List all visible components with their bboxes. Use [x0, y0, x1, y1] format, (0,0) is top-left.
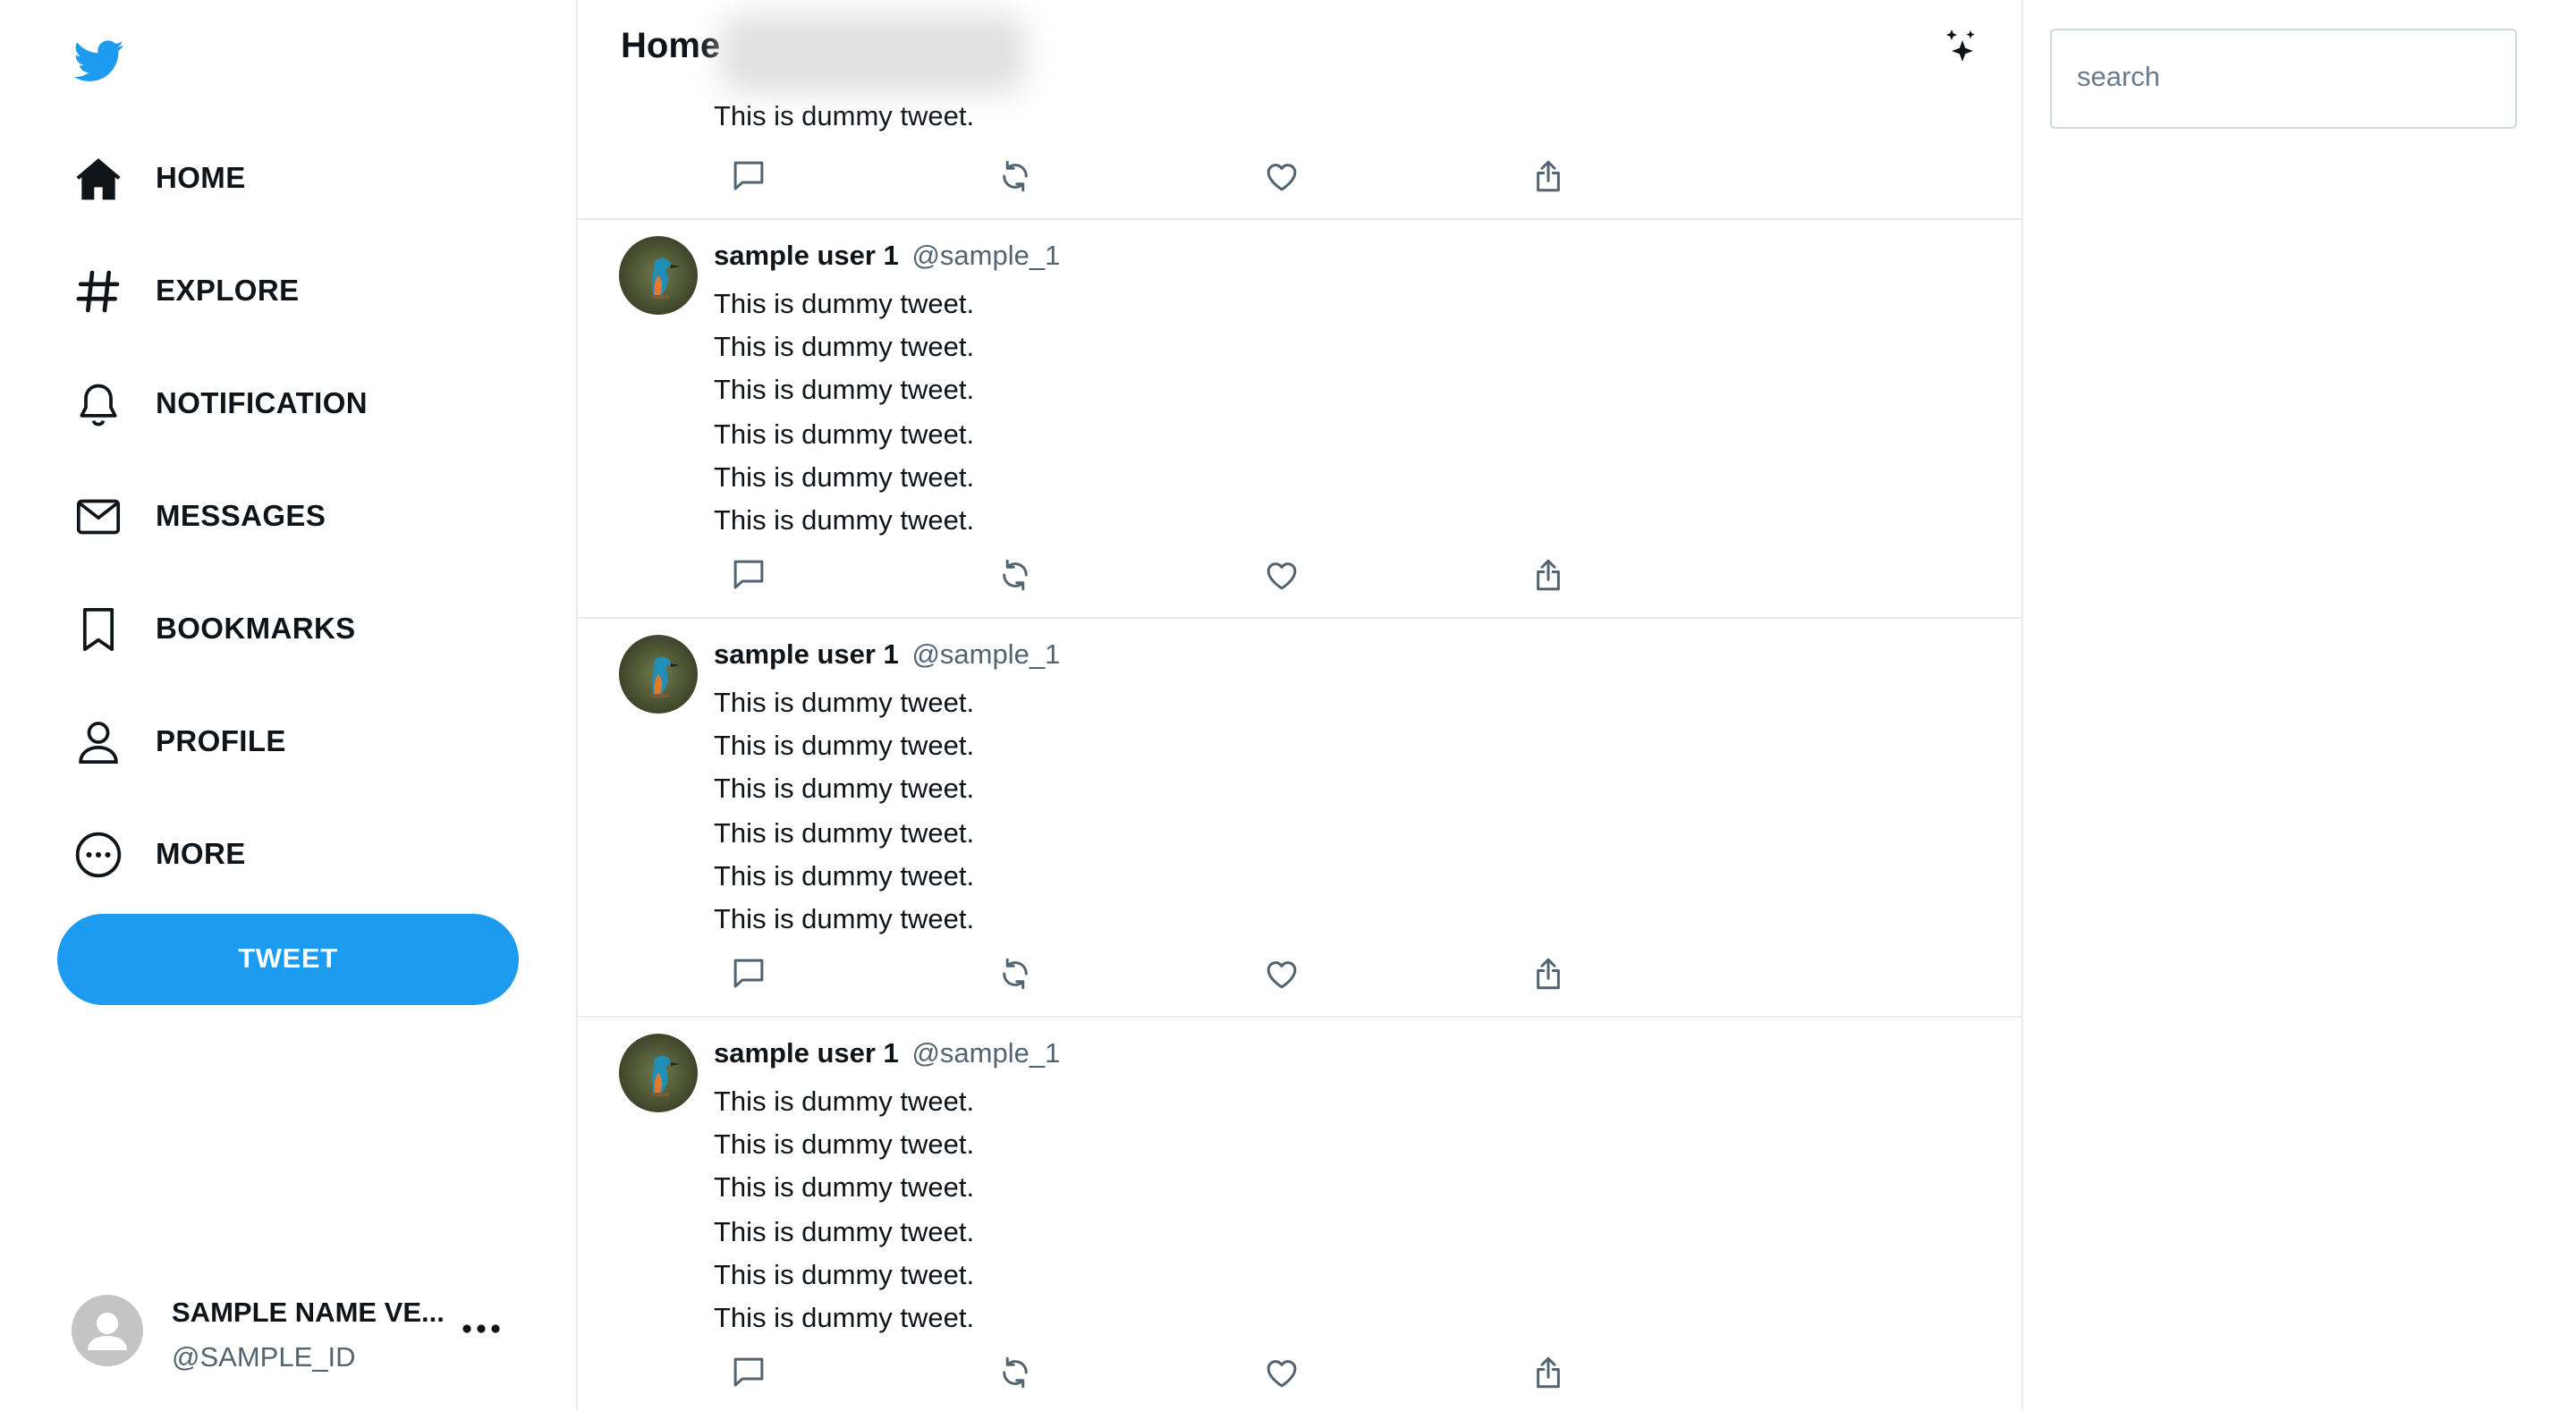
tweet-author-handle: @sample_1 — [911, 640, 1061, 671]
nav-item-messages[interactable]: MESSAGES — [72, 481, 326, 553]
tweet-author-handle: @sample_1 — [911, 1039, 1061, 1069]
share-icon[interactable] — [1526, 154, 1569, 197]
retweet-icon[interactable] — [993, 1350, 1036, 1393]
share-icon[interactable] — [1526, 1350, 1569, 1393]
reply-icon[interactable] — [726, 1350, 769, 1393]
like-icon[interactable] — [1259, 1350, 1302, 1393]
tweet-line: This is dummy tweet. — [714, 462, 975, 494]
share-icon[interactable] — [1526, 553, 1569, 596]
reply-icon[interactable] — [726, 553, 769, 596]
nav-label-home: HOME — [156, 162, 246, 194]
person-icon — [72, 715, 125, 769]
tweet-line: This is dummy tweet. — [714, 818, 975, 849]
tweet-line: This is dummy tweet. — [714, 774, 975, 806]
tweet-actions — [726, 154, 1567, 197]
tweet-line: This is dummy tweet. — [714, 1173, 975, 1204]
avatar[interactable] — [619, 635, 698, 714]
account-name: SAMPLE NAME VE... — [172, 1298, 445, 1329]
avatar[interactable] — [619, 236, 698, 315]
blurred-region — [721, 14, 1025, 93]
tweet-line: This is dummy tweet. — [714, 1217, 975, 1248]
twitter-bird-icon[interactable] — [70, 36, 129, 86]
nav-item-explore[interactable]: EXPLORE — [72, 256, 300, 327]
tweet-card[interactable]: sample user 1 @sample_1 This is dummy tw… — [578, 619, 2021, 1018]
tweet-header: sample user 1 @sample_1 — [714, 640, 1060, 672]
tweet-line: This is dummy tweet. — [714, 1087, 975, 1118]
tweet-actions — [726, 1350, 1567, 1393]
tweet-line: This is dummy tweet. — [714, 731, 975, 763]
nav-label-more: MORE — [156, 838, 246, 870]
sparkle-icon[interactable] — [1939, 25, 1982, 68]
nav-item-profile[interactable]: PROFILE — [72, 706, 286, 778]
account-switcher[interactable]: SAMPLE NAME VE... @SAMPLE_ID — [72, 1273, 537, 1373]
nav-item-bookmarks[interactable]: BOOKMARKS — [72, 594, 356, 665]
tweet-button[interactable]: TWEET — [57, 914, 519, 1005]
tweet-line: This is dummy tweet. — [714, 1130, 975, 1162]
nav-label-notification: NOTIFICATION — [156, 387, 368, 419]
tweet-line: This is dummy tweet. — [714, 419, 975, 451]
avatar[interactable] — [619, 1034, 698, 1112]
tweet-text: This is dummy tweet. — [714, 97, 974, 139]
bell-icon — [72, 377, 125, 431]
tweet-author-handle: @sample_1 — [911, 241, 1061, 272]
bookmark-icon — [72, 603, 125, 656]
reply-icon[interactable] — [726, 951, 769, 994]
nav-label-bookmarks: BOOKMARKS — [156, 613, 356, 645]
timeline: Home This is dummy tweet. sample user 1 … — [576, 0, 2023, 1411]
share-icon[interactable] — [1526, 951, 1569, 994]
retweet-icon[interactable] — [993, 951, 1036, 994]
tweet-author-name[interactable]: sample user 1 — [714, 640, 899, 671]
reply-icon[interactable] — [726, 154, 769, 197]
tweet-actions — [726, 951, 1567, 994]
tweet-line: This is dummy tweet. — [714, 904, 975, 935]
tweet-line: This is dummy tweet. — [714, 1260, 975, 1291]
like-icon[interactable] — [1259, 154, 1302, 197]
tweet-line: This is dummy tweet. — [714, 290, 975, 320]
tweet-header: sample user 1 @sample_1 — [714, 241, 1060, 274]
tweet-text: This is dummy tweet. This is dummy tweet… — [714, 1082, 974, 1341]
tweet-text: This is dummy tweet. This is dummy tweet… — [714, 683, 974, 942]
mail-icon — [72, 490, 125, 544]
like-icon[interactable] — [1259, 951, 1302, 994]
tweet-line: This is dummy tweet. — [714, 689, 975, 719]
tweet-line: This is dummy tweet. — [714, 861, 975, 892]
tweet-header: sample user 1 @sample_1 — [714, 1039, 1060, 1071]
tweet-line: This is dummy tweet. — [714, 505, 975, 537]
avatar — [72, 1295, 143, 1366]
hashtag-icon — [72, 265, 125, 318]
tweet-text: This is dummy tweet. This is dummy tweet… — [714, 284, 974, 544]
more-horizontal-icon[interactable] — [454, 1311, 508, 1347]
retweet-icon[interactable] — [993, 553, 1036, 596]
tweet-line: This is dummy tweet. — [714, 376, 975, 407]
nav-label-messages: MESSAGES — [156, 500, 326, 532]
like-icon[interactable] — [1259, 553, 1302, 596]
tweet-author-name[interactable]: sample user 1 — [714, 241, 899, 272]
sidebar: HOME EXPLORE NOTIFICATION MESSAGES BOOKM — [0, 0, 576, 1411]
nav-item-home[interactable]: HOME — [72, 143, 246, 215]
nav-item-notification[interactable]: NOTIFICATION — [72, 368, 368, 440]
tweet-line: This is dummy tweet. — [714, 102, 975, 132]
nav-label-explore: EXPLORE — [156, 275, 300, 307]
nav-item-more[interactable]: MORE — [72, 819, 246, 891]
account-handle: @SAMPLE_ID — [172, 1343, 356, 1373]
tweet-author-name[interactable]: sample user 1 — [714, 1039, 899, 1069]
tweet-line: This is dummy tweet. — [714, 333, 975, 364]
timeline-header: Home — [578, 0, 2021, 93]
more-circle-icon — [72, 828, 125, 882]
search-input[interactable] — [2052, 30, 2515, 127]
tweet-card[interactable]: sample user 1 @sample_1 This is dummy tw… — [578, 220, 2021, 619]
retweet-icon[interactable] — [993, 154, 1036, 197]
tweet-card[interactable]: sample user 1 @sample_1 This is dummy tw… — [578, 1018, 2021, 1411]
search-box — [2050, 29, 2517, 129]
page-title: Home — [621, 27, 721, 66]
home-icon — [72, 152, 125, 206]
tweet-line: This is dummy tweet. — [714, 1303, 975, 1334]
nav-label-profile: PROFILE — [156, 725, 286, 757]
tweet-actions — [726, 553, 1567, 596]
